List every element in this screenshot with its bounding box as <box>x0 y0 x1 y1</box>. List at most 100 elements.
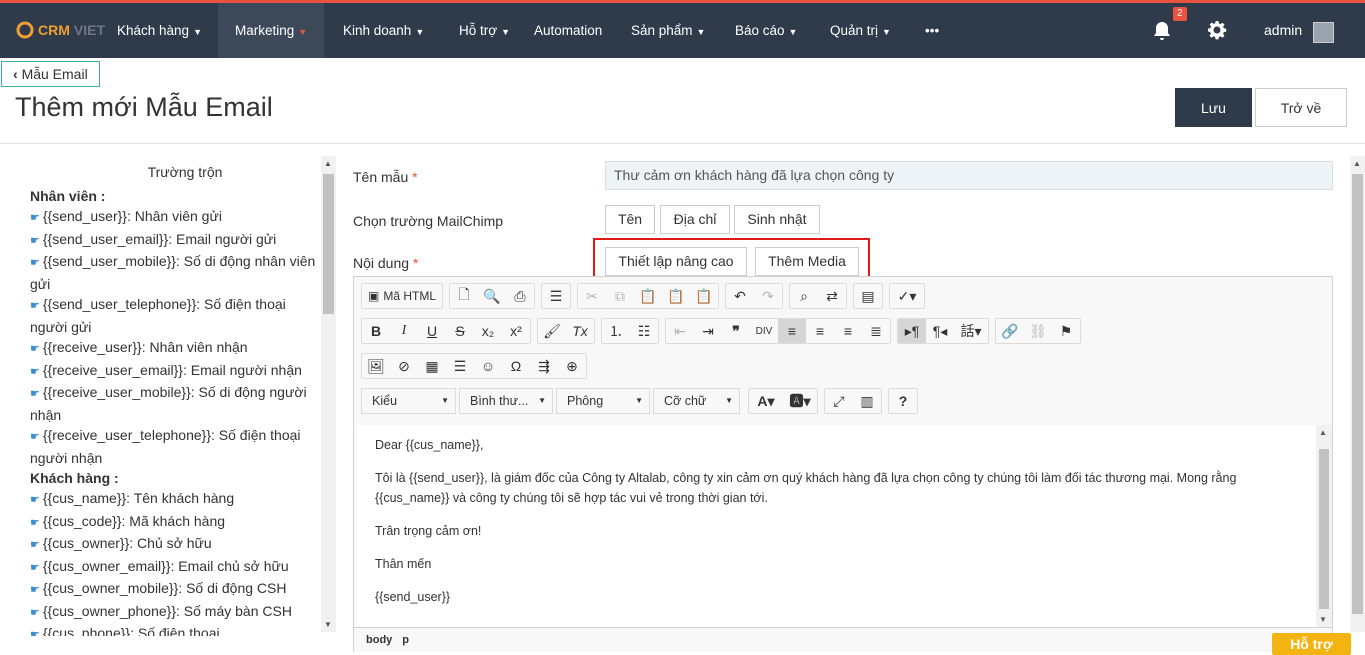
save-button[interactable]: Lưu <box>1175 88 1252 127</box>
template-name-input[interactable]: Thư cảm ơn khách hàng đã lựa chọn công t… <box>605 161 1333 190</box>
content-paragraph[interactable]: {{send_user}} <box>375 587 1296 607</box>
ltr-icon[interactable]: ▸¶ <box>898 319 926 343</box>
merge-panel-scrollbar[interactable]: ▲ ▼ <box>321 156 336 632</box>
nav-kinh-doanh[interactable]: Kinh doanh ▼ <box>326 3 441 58</box>
page-scrollbar[interactable]: ▲ <box>1350 156 1365 632</box>
source-button[interactable]: ▣ Mã HTML <box>362 284 442 308</box>
align-center-icon[interactable]: ≡ <box>806 319 834 343</box>
paste-icon[interactable]: 📋 <box>634 284 662 308</box>
blockquote-icon[interactable]: ❞ <box>722 319 750 343</box>
scroll-up-icon[interactable]: ▲ <box>1353 159 1361 168</box>
advanced-settings-button[interactable]: Thiết lập nâng cao <box>605 247 747 276</box>
unlink-icon[interactable]: ⛓ <box>1024 319 1052 343</box>
content-paragraph[interactable]: Tôi là {{send_user}}, là giám đốc của Cô… <box>375 468 1296 508</box>
mailchimp-birthday-button[interactable]: Sinh nhật <box>734 205 820 234</box>
copy-icon[interactable]: ⧉ <box>606 284 634 308</box>
horizontal-line-icon[interactable]: ☰ <box>446 354 474 378</box>
maximize-icon[interactable]: ⤢ <box>825 389 853 413</box>
scrollbar-thumb[interactable] <box>1352 174 1363 614</box>
flash-icon[interactable]: ⊘ <box>390 354 418 378</box>
background-color-icon[interactable]: 🅰▾ <box>783 389 817 413</box>
merge-field[interactable]: ☛ {{cus_name}}: Tên khách hàng <box>30 488 320 511</box>
merge-field[interactable]: ☛ {{send_user_telephone}}: Số điện thoại … <box>30 294 320 337</box>
align-justify-icon[interactable]: ≣ <box>862 319 890 343</box>
templates-icon[interactable]: ☰ <box>542 284 570 308</box>
merge-field[interactable]: ☛ {{cus_code}}: Mã khách hàng <box>30 511 320 534</box>
preview-icon[interactable]: 🔍 <box>478 284 506 308</box>
scroll-down-icon[interactable]: ▼ <box>324 620 332 629</box>
crmviet-logo[interactable]: CRM VIET <box>16 19 105 41</box>
italic-icon[interactable]: I <box>390 319 418 343</box>
avatar[interactable] <box>1313 22 1334 43</box>
editor-content-area[interactable]: Dear {{cus_name}}, Tôi là {{send_user}},… <box>355 425 1316 627</box>
find-icon[interactable]: ⌕ <box>790 284 818 308</box>
show-blocks-icon[interactable]: ▥ <box>853 389 881 413</box>
new-page-icon[interactable]: 🗋 <box>450 284 478 308</box>
mailchimp-name-button[interactable]: Tên <box>605 205 655 234</box>
scroll-down-icon[interactable]: ▼ <box>1319 615 1327 624</box>
special-char-icon[interactable]: Ω <box>502 354 530 378</box>
redo-icon[interactable]: ↷ <box>754 284 782 308</box>
user-name[interactable]: admin <box>1264 3 1302 58</box>
add-media-button[interactable]: Thêm Media <box>755 247 859 276</box>
strikethrough-icon[interactable]: S <box>446 319 474 343</box>
select-all-icon[interactable]: ▤ <box>854 284 882 308</box>
text-color-icon[interactable]: A▾ <box>749 389 783 413</box>
nav-quan-tri[interactable]: Quản trị ▼ <box>813 3 908 58</box>
content-paragraph[interactable]: Trân trọng cảm ơn! <box>375 521 1296 541</box>
undo-icon[interactable]: ↶ <box>726 284 754 308</box>
nav-more[interactable]: ••• <box>908 3 956 58</box>
merge-field[interactable]: ☛ {{receive_user_telephone}}: Số điện tho… <box>30 425 320 468</box>
copy-format-icon[interactable]: 🖌 <box>538 319 566 343</box>
cut-icon[interactable]: ✂ <box>578 284 606 308</box>
table-icon[interactable]: ▦ <box>418 354 446 378</box>
image-icon[interactable]: 🖼 <box>362 354 390 378</box>
indent-icon[interactable]: ⇥ <box>694 319 722 343</box>
mailchimp-address-button[interactable]: Địa chỉ <box>660 205 730 234</box>
scrollbar-thumb[interactable] <box>1319 449 1329 609</box>
bell-icon[interactable] <box>1152 20 1172 42</box>
align-left-icon[interactable]: ≡ <box>778 319 806 343</box>
gear-icon[interactable] <box>1207 20 1227 40</box>
merge-field[interactable]: ☛ {{cus_owner_email}}: Email chủ sở hữu <box>30 556 320 579</box>
merge-field[interactable]: ☛ {{cus_owner}}: Chủ sở hữu <box>30 533 320 556</box>
merge-field[interactable]: ☛ {{send_user_email}}: Email người gửi <box>30 229 320 252</box>
create-div-icon[interactable]: DIV <box>750 319 778 343</box>
anchor-icon[interactable]: ⚑ <box>1052 319 1080 343</box>
remove-format-icon[interactable]: Tx <box>566 319 594 343</box>
path-body[interactable]: body <box>366 634 392 646</box>
nav-ho-tro[interactable]: Hỗ trợ ▼ <box>442 3 527 58</box>
scroll-up-icon[interactable]: ▲ <box>1319 428 1327 437</box>
merge-field[interactable]: ☛ {{cus_owner_mobile}}: Số di động CSH <box>30 578 320 601</box>
bold-icon[interactable]: B <box>362 319 390 343</box>
nav-san-pham[interactable]: Sản phẩm ▼ <box>614 3 722 58</box>
paste-text-icon[interactable]: 📋 <box>662 284 690 308</box>
replace-icon[interactable]: ⇄ <box>818 284 846 308</box>
merge-field[interactable]: ☛ {{send_user_mobile}}: Số di động nhân v… <box>30 251 320 294</box>
print-icon[interactable]: ⎙ <box>506 284 534 308</box>
link-icon[interactable]: 🔗 <box>996 319 1024 343</box>
path-p[interactable]: p <box>402 634 409 646</box>
underline-icon[interactable]: U <box>418 319 446 343</box>
smiley-icon[interactable]: ☺ <box>474 354 502 378</box>
editor-content[interactable]: Dear {{cus_name}}, Tôi là {{send_user}},… <box>355 425 1316 627</box>
outdent-icon[interactable]: ⇤ <box>666 319 694 343</box>
align-right-icon[interactable]: ≡ <box>834 319 862 343</box>
nav-automation[interactable]: Automation <box>517 3 619 58</box>
rtl-icon[interactable]: ¶◂ <box>926 319 954 343</box>
merge-field[interactable]: ☛ {{cus_owner_phone}}: Số máy bàn CSH <box>30 601 320 624</box>
nav-khach-hang[interactable]: Khách hàng ▼ <box>100 3 219 58</box>
merge-field[interactable]: ☛ {{receive_user}}: Nhân viên nhận <box>30 337 320 360</box>
iframe-icon[interactable]: ⊕ <box>558 354 586 378</box>
editor-scrollbar[interactable]: ▲ ▼ <box>1316 425 1332 627</box>
content-paragraph[interactable]: Thân mến <box>375 554 1296 574</box>
font-size-combo[interactable]: Cỡ chữ ▼ <box>653 388 740 414</box>
font-combo[interactable]: Phông ▼ <box>556 388 650 414</box>
bulleted-list-icon[interactable]: ☷ <box>630 319 658 343</box>
merge-field[interactable]: ☛ {{cus_phone}}: Số điện thoại <box>30 623 320 636</box>
scrollbar-thumb[interactable] <box>323 174 334 314</box>
merge-field[interactable]: ☛ {{receive_user_mobile}}: Số di động ngư… <box>30 382 320 425</box>
format-combo[interactable]: Bình thư... ▼ <box>459 388 553 414</box>
numbered-list-icon[interactable]: ⒈ <box>602 319 630 343</box>
nav-bao-cao[interactable]: Báo cáo ▼ <box>718 3 814 58</box>
